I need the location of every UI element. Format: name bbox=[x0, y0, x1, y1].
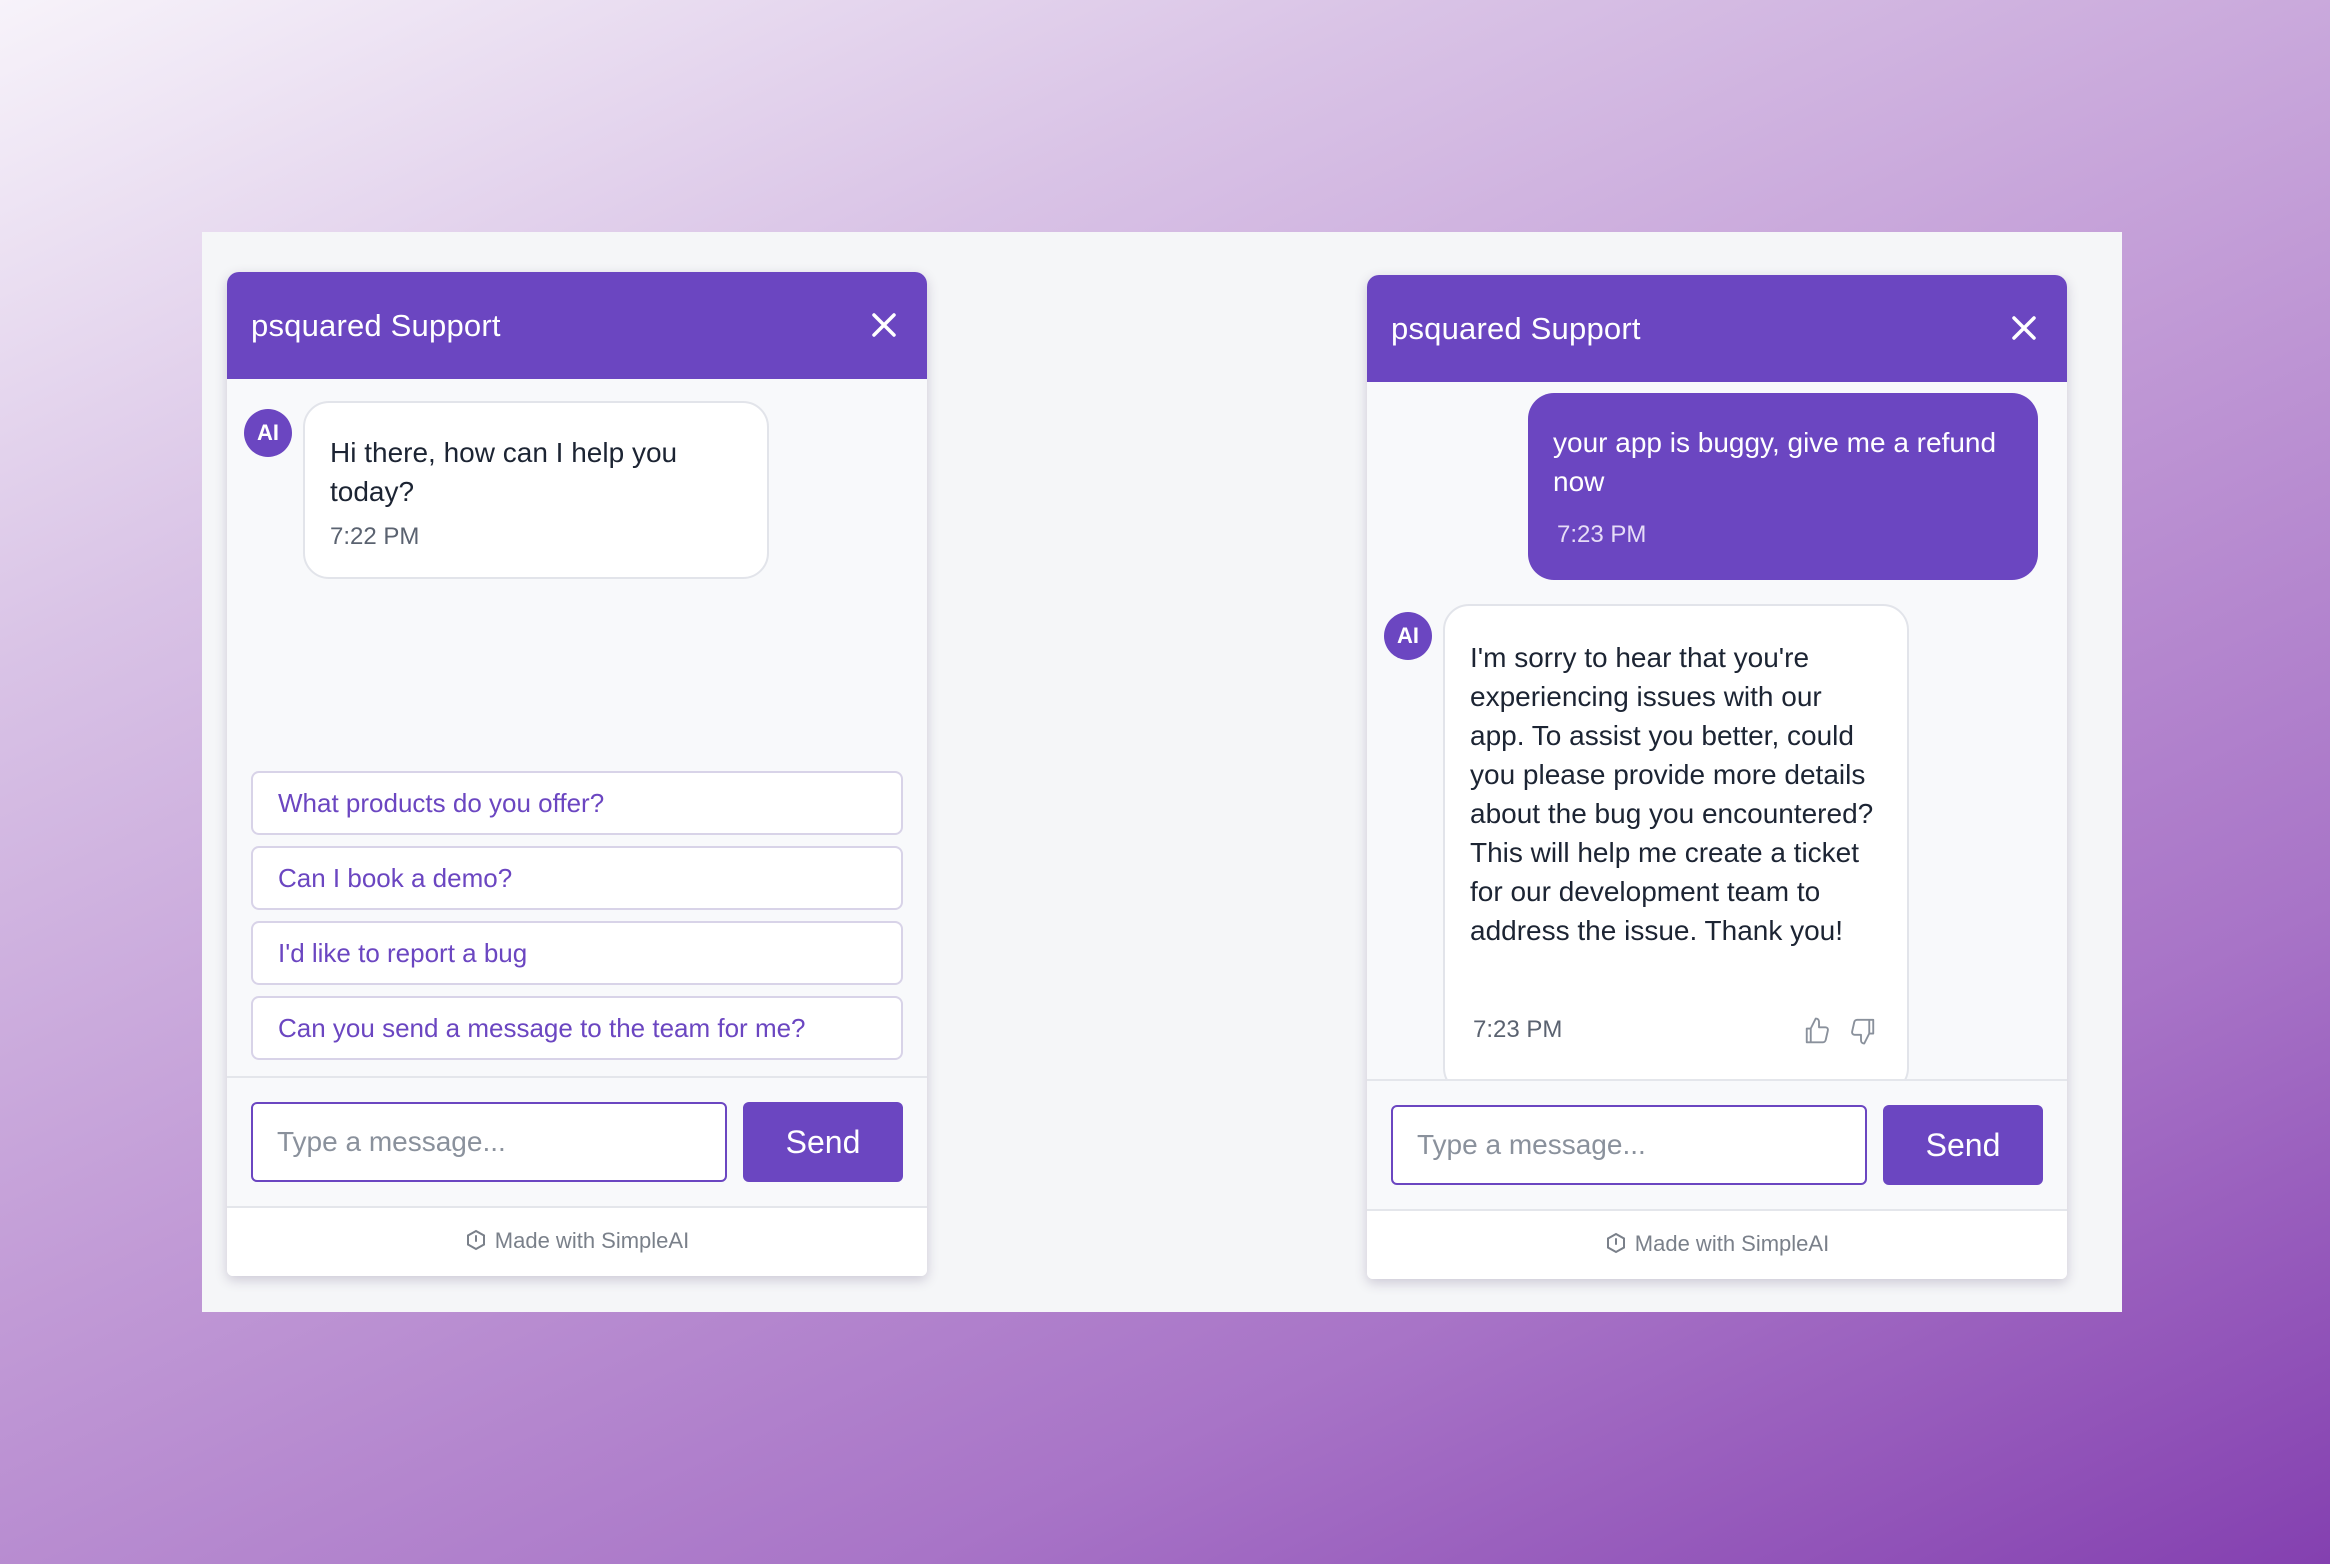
bot-avatar: AI bbox=[244, 409, 292, 457]
message-list[interactable]: your app is buggy, give me a refund now … bbox=[1367, 382, 2067, 1079]
screenshot-canvas: psquared Support AI Hi there, how can I … bbox=[202, 232, 2122, 1312]
message-timestamp: 7:23 PM bbox=[1473, 1016, 1563, 1043]
chat-header: psquared Support bbox=[227, 272, 927, 379]
message-list[interactable]: AI Hi there, how can I help you today? 7… bbox=[227, 379, 927, 1076]
user-message-bubble: your app is buggy, give me a refund now … bbox=[1528, 393, 2038, 580]
send-button[interactable]: Send bbox=[743, 1102, 903, 1182]
chat-widget-conversation: psquared Support your app is buggy, give… bbox=[1367, 275, 2067, 1279]
suggestion-message-team[interactable]: Can you send a message to the team for m… bbox=[251, 996, 903, 1060]
chat-header: psquared Support bbox=[1367, 275, 2067, 382]
suggestion-products[interactable]: What products do you offer? bbox=[251, 771, 903, 835]
suggestion-report-bug[interactable]: I'd like to report a bug bbox=[251, 921, 903, 985]
suggestion-demo[interactable]: Can I book a demo? bbox=[251, 846, 903, 910]
close-icon[interactable] bbox=[2011, 315, 2037, 341]
bot-avatar: AI bbox=[1384, 612, 1432, 660]
message-input[interactable] bbox=[1391, 1105, 1867, 1185]
bot-message-bubble: Hi there, how can I help you today? 7:22… bbox=[303, 401, 769, 579]
footer-text: Made with SimpleAI bbox=[1634, 1231, 1830, 1256]
bot-message-text: I'm sorry to hear that you're experienci… bbox=[1470, 642, 1874, 946]
message-timestamp: 7:22 PM bbox=[330, 523, 420, 550]
message-composer: Send bbox=[227, 1076, 927, 1206]
chat-title: psquared Support bbox=[251, 308, 501, 343]
thumbs-up-icon[interactable] bbox=[1802, 1016, 1832, 1046]
chat-title: psquared Support bbox=[1391, 311, 1641, 346]
message-timestamp: 7:23 PM bbox=[1557, 521, 1647, 548]
thumbs-down-icon[interactable] bbox=[1848, 1016, 1878, 1046]
chat-widget-initial: psquared Support AI Hi there, how can I … bbox=[227, 272, 927, 1276]
branding-footer[interactable]: Made with SimpleAI bbox=[1367, 1209, 2067, 1279]
send-button[interactable]: Send bbox=[1883, 1105, 2043, 1185]
close-icon[interactable] bbox=[871, 312, 897, 338]
user-message-text: your app is buggy, give me a refund now bbox=[1553, 427, 1997, 497]
message-composer: Send bbox=[1367, 1079, 2067, 1209]
message-input[interactable] bbox=[251, 1102, 727, 1182]
bot-message-text: Hi there, how can I help you today? bbox=[330, 437, 678, 507]
simpleai-logo-icon bbox=[1606, 1233, 1625, 1254]
bot-message-bubble: I'm sorry to hear that you're experienci… bbox=[1443, 604, 1909, 1079]
footer-text: Made with SimpleAI bbox=[494, 1228, 690, 1253]
branding-footer[interactable]: Made with SimpleAI bbox=[227, 1206, 927, 1276]
simpleai-logo-icon bbox=[466, 1230, 485, 1251]
